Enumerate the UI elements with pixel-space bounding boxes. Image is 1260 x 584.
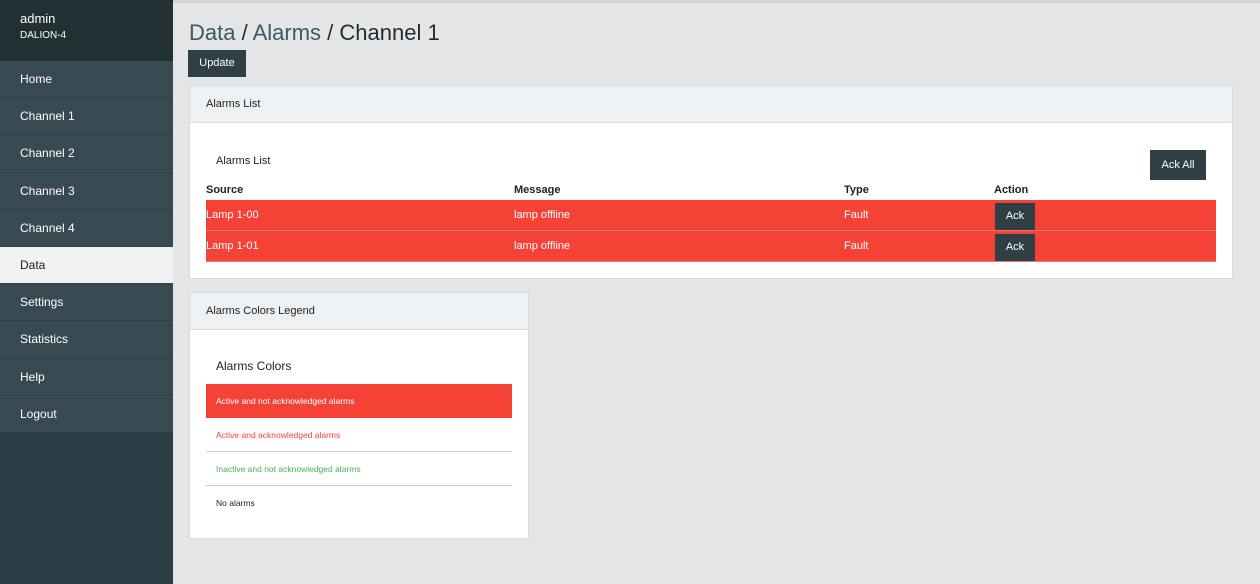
column-header-message: Message — [514, 184, 561, 196]
alarm-type: Fault — [844, 209, 869, 221]
sidebar-nav: Home Channel 1 Channel 2 Channel 3 Chann… — [0, 61, 173, 433]
breadcrumb-current: Channel 1 — [339, 20, 440, 45]
alarm-source: Lamp 1-01 — [206, 240, 259, 252]
page-title: Data / Alarms / Channel 1 — [189, 20, 440, 46]
breadcrumb-separator: / — [321, 20, 340, 45]
main-content: Data / Alarms / Channel 1 Update Alarms … — [173, 0, 1260, 584]
legend-title: Alarms Colors — [216, 359, 292, 373]
column-header-action: Action — [994, 184, 1029, 196]
ack-button[interactable]: Ack — [995, 203, 1035, 230]
table-header: Source Message Type Action — [206, 180, 1216, 200]
column-header-source: Source — [206, 184, 244, 196]
legend-list: Active and not acknowledged alarms Activ… — [206, 384, 512, 520]
legend-item-inactive-not-acknowledged: Inactive and not acknowledged alarms — [206, 452, 512, 486]
alarms-list-title: Alarms List — [216, 155, 271, 167]
alarms-list-panel: Alarms List Alarms List Ack All Source M… — [189, 85, 1233, 279]
breadcrumb-alarms[interactable]: Alarms — [253, 20, 321, 45]
update-button[interactable]: Update — [188, 50, 246, 77]
sidebar-item-statistics[interactable]: Statistics — [0, 321, 173, 359]
sidebar-item-channel-3[interactable]: Channel 3 — [0, 172, 173, 210]
sidebar-item-data[interactable]: Data — [0, 246, 173, 285]
device-name: DALION-4 — [20, 30, 67, 41]
ack-button[interactable]: Ack — [995, 234, 1035, 261]
table-row: Lamp 1-00 lamp offline Fault Ack — [206, 200, 1216, 231]
sidebar-item-settings[interactable]: Settings — [0, 284, 173, 322]
sidebar-item-logout[interactable]: Logout — [0, 395, 173, 433]
legend-panel-header: Alarms Colors Legend — [190, 293, 528, 330]
alarms-table: Source Message Type Action Lamp 1-00 lam… — [206, 180, 1216, 262]
alarm-message: lamp offline — [514, 240, 571, 252]
column-header-type: Type — [844, 184, 869, 196]
sidebar-item-home[interactable]: Home — [0, 61, 173, 99]
ack-all-button[interactable]: Ack All — [1150, 150, 1206, 180]
alarms-panel-header: Alarms List — [190, 86, 1232, 123]
table-row: Lamp 1-01 lamp offline Fault Ack — [206, 231, 1216, 262]
sidebar-item-channel-4[interactable]: Channel 4 — [0, 209, 173, 247]
sidebar-item-channel-2[interactable]: Channel 2 — [0, 135, 173, 173]
alarm-type: Fault — [844, 240, 869, 252]
alarms-colors-legend-panel: Alarms Colors Legend Alarms Colors Activ… — [189, 292, 529, 539]
alarm-source: Lamp 1-00 — [206, 209, 259, 221]
legend-item-no-alarms: No alarms — [216, 498, 255, 508]
user-name: admin — [20, 11, 56, 26]
user-block: admin DALION-4 — [0, 0, 173, 61]
breadcrumb-separator: / — [235, 20, 253, 45]
legend-item-active-acknowledged: Active and acknowledged alarms — [206, 418, 512, 452]
alarm-message: lamp offline — [514, 209, 571, 221]
sidebar-item-help[interactable]: Help — [0, 358, 173, 396]
sidebar: admin DALION-4 Home Channel 1 Channel 2 … — [0, 0, 173, 584]
breadcrumb-data[interactable]: Data — [189, 20, 235, 45]
legend-item-active-not-acknowledged: Active and not acknowledged alarms — [206, 384, 512, 418]
sidebar-item-channel-1[interactable]: Channel 1 — [0, 98, 173, 136]
